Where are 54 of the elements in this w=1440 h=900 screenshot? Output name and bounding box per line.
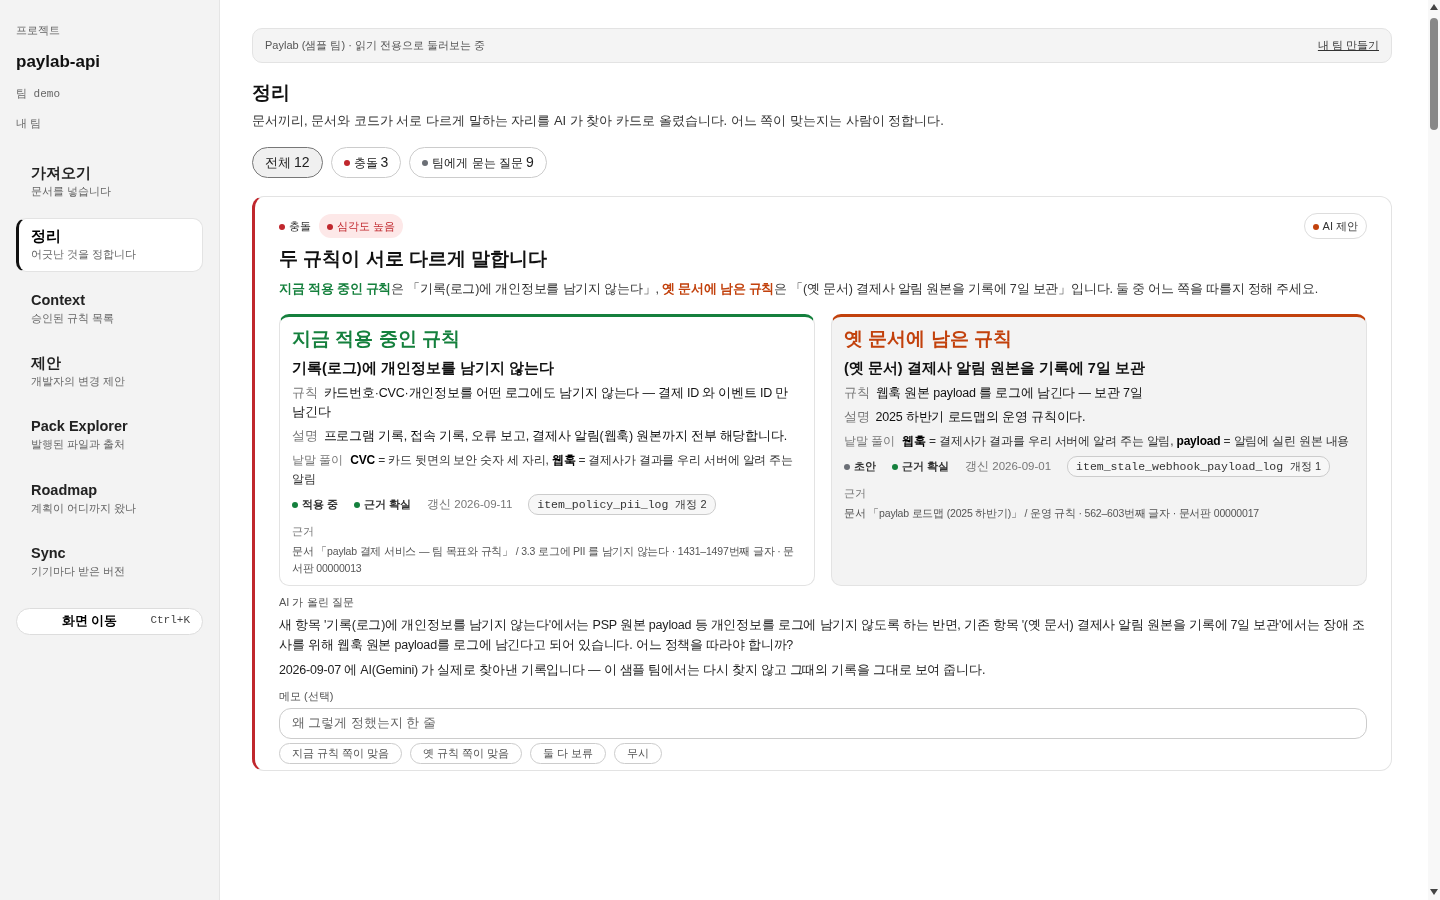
- sidebar-item[interactable]: Pack Explorer 발행된 파일과 출처: [16, 408, 203, 462]
- severity-badge: 심각도 높음: [319, 213, 404, 238]
- team-name: 팀 demo: [16, 87, 61, 102]
- updated-date: 갱신 2026-09-01: [965, 458, 1052, 474]
- choice-button[interactable]: 지금 규칙 쪽이 맞음: [279, 743, 403, 764]
- filter-tab[interactable]: 충돌 3: [330, 146, 402, 178]
- memo-label: 메모 (선택): [279, 688, 335, 704]
- status-label: 초안: [844, 457, 876, 475]
- filter-tab[interactable]: 팀에게 묻는 질문 9: [409, 146, 547, 178]
- evidence-label: 근거: [292, 523, 315, 539]
- team-label: 내 팀: [16, 115, 43, 131]
- rule-text: 설명 2025 하반기 로드맵의 운영 규칙이다.: [844, 408, 1087, 426]
- memo-field[interactable]: 왜 그렇게 정했는지 한 줄: [279, 708, 1367, 739]
- sidebar-item[interactable]: Sync 기기마다 받은 버전: [16, 535, 203, 589]
- rule-text: 설명 프로그램 기록, 접속 기록, 오류 보고, 결제사 알림(웹훅) 원본까지 전부 해당합니다.: [292, 427, 788, 445]
- question-text: 새 항목 '기록(로그)에 개인정보를 남기지 않는다'에서는 PSP 원본 payload 등 개인정보를 로그에 남기지 않도록 하는 반면, 기존 항목 '(옛 문서) 결제사 알림 원본을 기록에 7일 보관'에서는 장애 조사를 위해 웹훅 원본 payload를 로그에 남긴다고 되어 있습니다. 어느 정책을 따라야 합니까?: [279, 616, 1366, 654]
- page-description: 문서끼리, 문서와 코드가 서로 다르게 말하는 자리를 AI 가 찾아 카드로 올렸습니다. 어느 쪽이 맞는지는 사람이 정합니다.: [252, 112, 945, 130]
- sidebar-item[interactable]: 정리 어긋난 것을 정합니다: [16, 218, 203, 272]
- evidence-label: 근거: [844, 485, 867, 501]
- question-label: AI 가 올린 질문: [279, 595, 355, 611]
- status-label: 적용 중: [292, 495, 339, 513]
- goto-button[interactable]: 화면 이동 Ctrl+K: [16, 608, 203, 636]
- rule-title: (옛 문서) 결제사 알림 원본을 기록에 7일 보관: [844, 358, 1146, 378]
- rule-text: 규칙 웹훅 원본 payload 를 로그에 남긴다 — 보관 7일: [844, 384, 1144, 402]
- choice-button[interactable]: 둘 다 보류: [530, 743, 607, 764]
- note-text: 2026-09-07 에 AI(Gemini) 가 실제로 찾아낸 기록입니다 — 이 샘플 팀에서는 다시 찾지 않고 그때의 기록을 그대로 보여 줍니다.: [279, 661, 987, 679]
- card-title: 두 규칙이 서로 다르게 말합니다: [279, 247, 549, 271]
- create-team-link[interactable]: 내 팀 만들기: [1317, 37, 1379, 54]
- rule-heading: 지금 적용 중인 규칙: [292, 327, 461, 352]
- type-label: 충돌: [279, 217, 311, 234]
- choice-button[interactable]: 무시: [614, 743, 663, 764]
- glossary-text: 낱말 풀이 웹훅 = 결제사가 결과를 우리 서버에 알려 주는 알림, payload = 알림에 실린 원본 내용: [844, 432, 1351, 450]
- sidebar-item[interactable]: 제안 개발자의 변경 제안: [16, 345, 203, 399]
- status-label: 근거 확실: [354, 495, 412, 513]
- choice-button[interactable]: 옛 규칙 쪽이 맞음: [410, 743, 523, 764]
- project-name: paylab-api: [16, 50, 102, 73]
- sidebar-item[interactable]: Roadmap 계획이 어디까지 왔나: [16, 471, 203, 526]
- evidence-text: 문서 「paylab 결제 서비스 — 팀 목표와 규칙」 / 3.3 로그에 PII 를 남기지 않는다 · 1431–1497번째 글자 · 문서판 00000013: [292, 544, 795, 577]
- updated-date: 갱신 2026-09-11: [427, 496, 513, 512]
- sidebar-item[interactable]: 가져오기 문서를 넣습니다: [16, 155, 203, 209]
- rule-title: 기록(로그)에 개인정보를 남기지 않는다: [292, 358, 555, 378]
- banner-text: Paylab (샘플 팀) · 읽기 전용으로 둘러보는 중: [265, 38, 486, 53]
- item-code: item_policy_pii_log 개정 2: [528, 493, 716, 515]
- status-label: 근거 확실: [892, 457, 950, 475]
- rule-text: 규칙 카드번호·CVC·개인정보를 어떤 로그에도 남기지 않는다 — 결제 ID 와 이벤트 ID 만 남긴다: [292, 384, 790, 421]
- page-title: 정리: [252, 80, 291, 105]
- glossary-text: 낱말 풀이 CVC = 카드 뒷면의 보안 숫자 세 자리, 웹훅 = 결제사가 결과를 우리 서버에 알려 주는 알림: [292, 451, 794, 488]
- evidence-text: 문서 「paylab 로드맵 (2025 하반기)」 / 운영 규칙 · 562–603번째 글자 · 문서판 00000017: [844, 506, 1260, 522]
- filter-tab[interactable]: 전체 12: [252, 146, 323, 178]
- sidebar-item[interactable]: Context 승인된 규칙 목록: [16, 281, 203, 336]
- card-summary: 지금 적용 중인 규칙은 「기록(로그)에 개인정보를 남기지 않는다」, 옛 문서에 남은 규칙은 「(옛 문서) 결제사 알림 원본을 기록에 7일 보관」입니다. 둘 중 어느 쪽을 따를지 정해 주세요.: [279, 280, 1320, 298]
- item-code: item_stale_webhook_payload_log 개정 1: [1067, 455, 1331, 477]
- rule-heading: 옛 문서에 남은 규칙: [844, 327, 1013, 352]
- section-label: 프로젝트: [16, 23, 61, 38]
